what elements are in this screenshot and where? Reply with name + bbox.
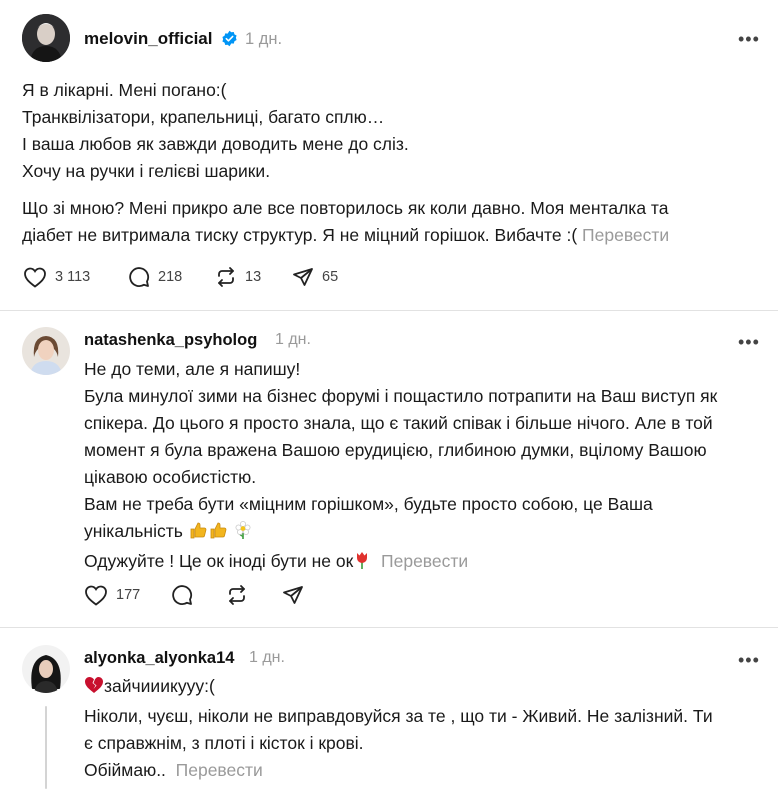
translate-link[interactable]: Перевести	[176, 760, 263, 780]
share-button[interactable]	[282, 584, 304, 606]
repost-button[interactable]: 13	[215, 266, 261, 288]
repost-icon	[215, 266, 237, 288]
post-time: 1 дн.	[245, 30, 283, 48]
translate-link[interactable]: Перевести	[381, 551, 468, 571]
heart-icon	[23, 266, 47, 288]
more-icon[interactable]: •••	[738, 651, 760, 669]
reply-text: Не до теми, але я напишу! Була минулої з…	[84, 356, 717, 578]
verified-badge-icon	[221, 30, 238, 47]
thread-line	[45, 706, 47, 789]
reply-line: Не до теми, але я напишу!	[84, 359, 301, 379]
broken-heart-icon	[84, 675, 104, 703]
reply-post: natashenka_psyholog 1 дн. ••• Не до теми…	[0, 311, 778, 627]
username[interactable]: natashenka_psyholog	[84, 331, 257, 350]
username[interactable]: melovin_official	[84, 29, 212, 49]
comment-button[interactable]	[171, 584, 193, 606]
share-count: 65	[322, 269, 339, 285]
repost-button[interactable]	[226, 584, 248, 606]
reply-line: цікавою особистістю.	[84, 467, 257, 487]
heart-icon	[84, 584, 108, 606]
reply-line: унікальність	[84, 521, 183, 541]
like-button[interactable]: 3 113	[23, 266, 90, 288]
post-text-2: Що зі мною? Мені прикро але все повторил…	[22, 195, 669, 249]
repost-icon	[226, 584, 248, 606]
reply-line: зайчииикууу:(	[104, 676, 215, 696]
post-line: Хочу на ручки і гелієві шарики.	[22, 161, 271, 181]
like-button[interactable]: 177	[84, 584, 140, 606]
reply-time: 1 дн.	[275, 331, 311, 348]
reply-line: Обіймаю..	[84, 760, 166, 780]
tulip-icon	[353, 550, 371, 578]
reply-line: Вам не треба бути «міцним горішком», буд…	[84, 494, 653, 514]
repost-count: 13	[245, 269, 262, 285]
avatar[interactable]	[22, 14, 70, 62]
post-line: Що зі мною? Мені прикро але все повторил…	[22, 198, 669, 218]
reply-line: момент я була вражена Вашою ерудицією, г…	[84, 440, 707, 460]
share-icon	[282, 584, 304, 606]
post-line: Я в лікарні. Мені погано:(	[22, 80, 227, 100]
flower-icon	[233, 520, 253, 548]
like-count: 3 113	[55, 269, 91, 285]
post-text: Я в лікарні. Мені погано:( Транквілізато…	[22, 77, 409, 185]
translate-link[interactable]: Перевести	[582, 225, 669, 245]
reply-line: Одужуйте ! Це ок іноді бути не ок	[84, 551, 354, 571]
reply-time: 1 дн.	[249, 649, 285, 666]
avatar[interactable]	[22, 327, 70, 375]
more-icon[interactable]: •••	[738, 333, 760, 351]
reply-post: alyonka_alyonka14 1 дн. ••• зайчииикууу:…	[0, 628, 778, 789]
reply-line: Ніколи, чуєш, ніколи не виправдовуйся за…	[84, 706, 713, 726]
username[interactable]: alyonka_alyonka14	[84, 649, 234, 668]
thumbs-up-icon	[208, 520, 228, 548]
post-line: І ваша любов як завжди доводить мене до …	[22, 134, 409, 154]
reply-line: є справжнім, з плоті і кісток і крові.	[84, 733, 364, 753]
post-line: діабет не витримала тиску структур. Я не…	[22, 225, 578, 245]
thumbs-up-icon	[188, 520, 208, 548]
comment-icon	[128, 266, 150, 288]
avatar[interactable]	[22, 645, 70, 693]
post-line: Транквілізатори, крапельниці, багато спл…	[22, 107, 385, 127]
share-button[interactable]: 65	[292, 266, 338, 288]
reply-line: спікера. До цього я просто знала, що є т…	[84, 413, 713, 433]
comment-count: 218	[158, 269, 183, 285]
share-icon	[292, 266, 314, 288]
comment-button[interactable]: 218	[128, 266, 182, 288]
main-post: melovin_official 1 дн. ••• Я в лікарні. …	[0, 0, 778, 310]
reply-text: зайчииикууу:( Ніколи, чуєш, ніколи не ви…	[84, 673, 713, 784]
more-icon[interactable]: •••	[738, 30, 760, 48]
comment-icon	[171, 584, 193, 606]
like-count: 177	[116, 587, 141, 603]
reply-line: Була минулої зими на бізнес форумі і пощ…	[84, 386, 718, 406]
